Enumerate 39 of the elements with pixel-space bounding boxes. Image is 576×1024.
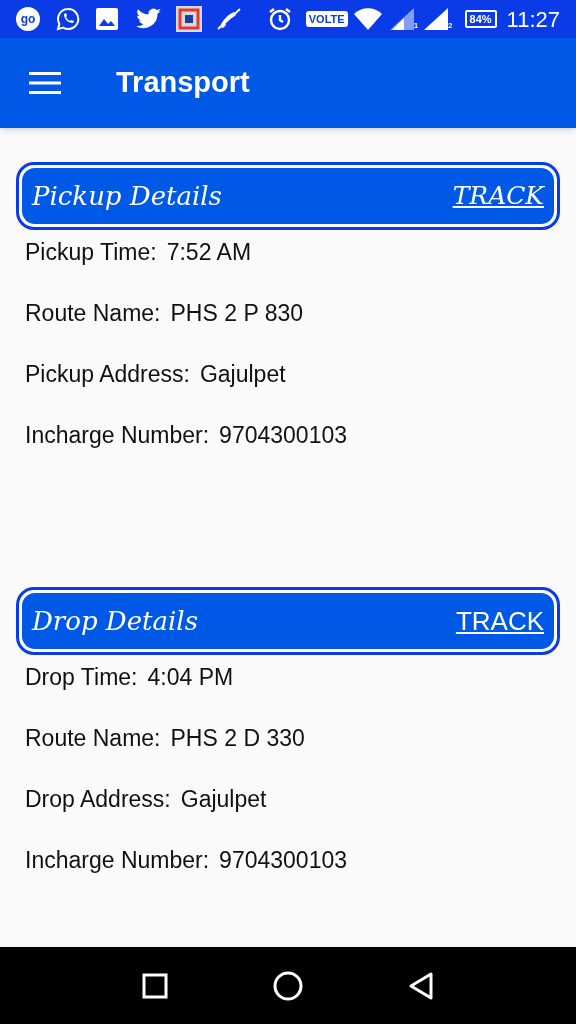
sim-number: 2 — [448, 20, 453, 32]
field-value: Gajulpet — [180, 784, 267, 814]
field-label: Pickup Time: — [25, 237, 157, 267]
app-icon — [176, 6, 202, 32]
field-value: Gajulpet — [199, 359, 286, 389]
field-value: 9704300103 — [219, 420, 347, 450]
alarm-icon — [267, 7, 292, 31]
image-icon — [96, 8, 118, 30]
track-link[interactable]: TRACK — [452, 177, 544, 215]
back-icon[interactable] — [407, 971, 434, 1000]
field-label: Pickup Address: — [25, 359, 190, 389]
bird-icon — [136, 8, 162, 30]
home-icon[interactable] — [273, 970, 303, 1001]
menu-icon[interactable] — [29, 72, 61, 94]
recents-icon[interactable] — [142, 972, 169, 999]
chat-bubble-icon — [56, 7, 80, 31]
app-title: Transport — [116, 65, 250, 101]
clock-time: 11:27 — [506, 5, 560, 34]
sim-number: 1 — [413, 20, 419, 32]
section-title: Drop Details — [32, 604, 198, 638]
volte-badge: VOLTE — [305, 10, 348, 28]
go-icon: go — [16, 7, 40, 31]
field-value: 7:52 AM — [166, 237, 252, 267]
field-label: Incharge Number: — [25, 420, 210, 450]
field-label: Drop Address: — [25, 784, 171, 814]
field-label: Route Name: — [25, 723, 161, 753]
field-label: Route Name: — [25, 298, 161, 328]
section-title: Pickup Details — [32, 179, 222, 213]
field-label: Drop Time: — [25, 662, 138, 692]
field-value: PHS 2 P 830 — [170, 298, 304, 328]
wifi-icon — [353, 8, 382, 30]
signal-icon — [424, 8, 449, 30]
field-value: 9704300103 — [219, 845, 347, 875]
field-value: PHS 2 D 330 — [170, 723, 305, 753]
signal-icon — [389, 8, 414, 30]
battery-indicator: 84% — [464, 10, 497, 28]
field-label: Incharge Number: — [25, 845, 210, 875]
track-link[interactable]: TRACK — [455, 601, 544, 641]
field-value: 4:04 PM — [147, 662, 234, 692]
